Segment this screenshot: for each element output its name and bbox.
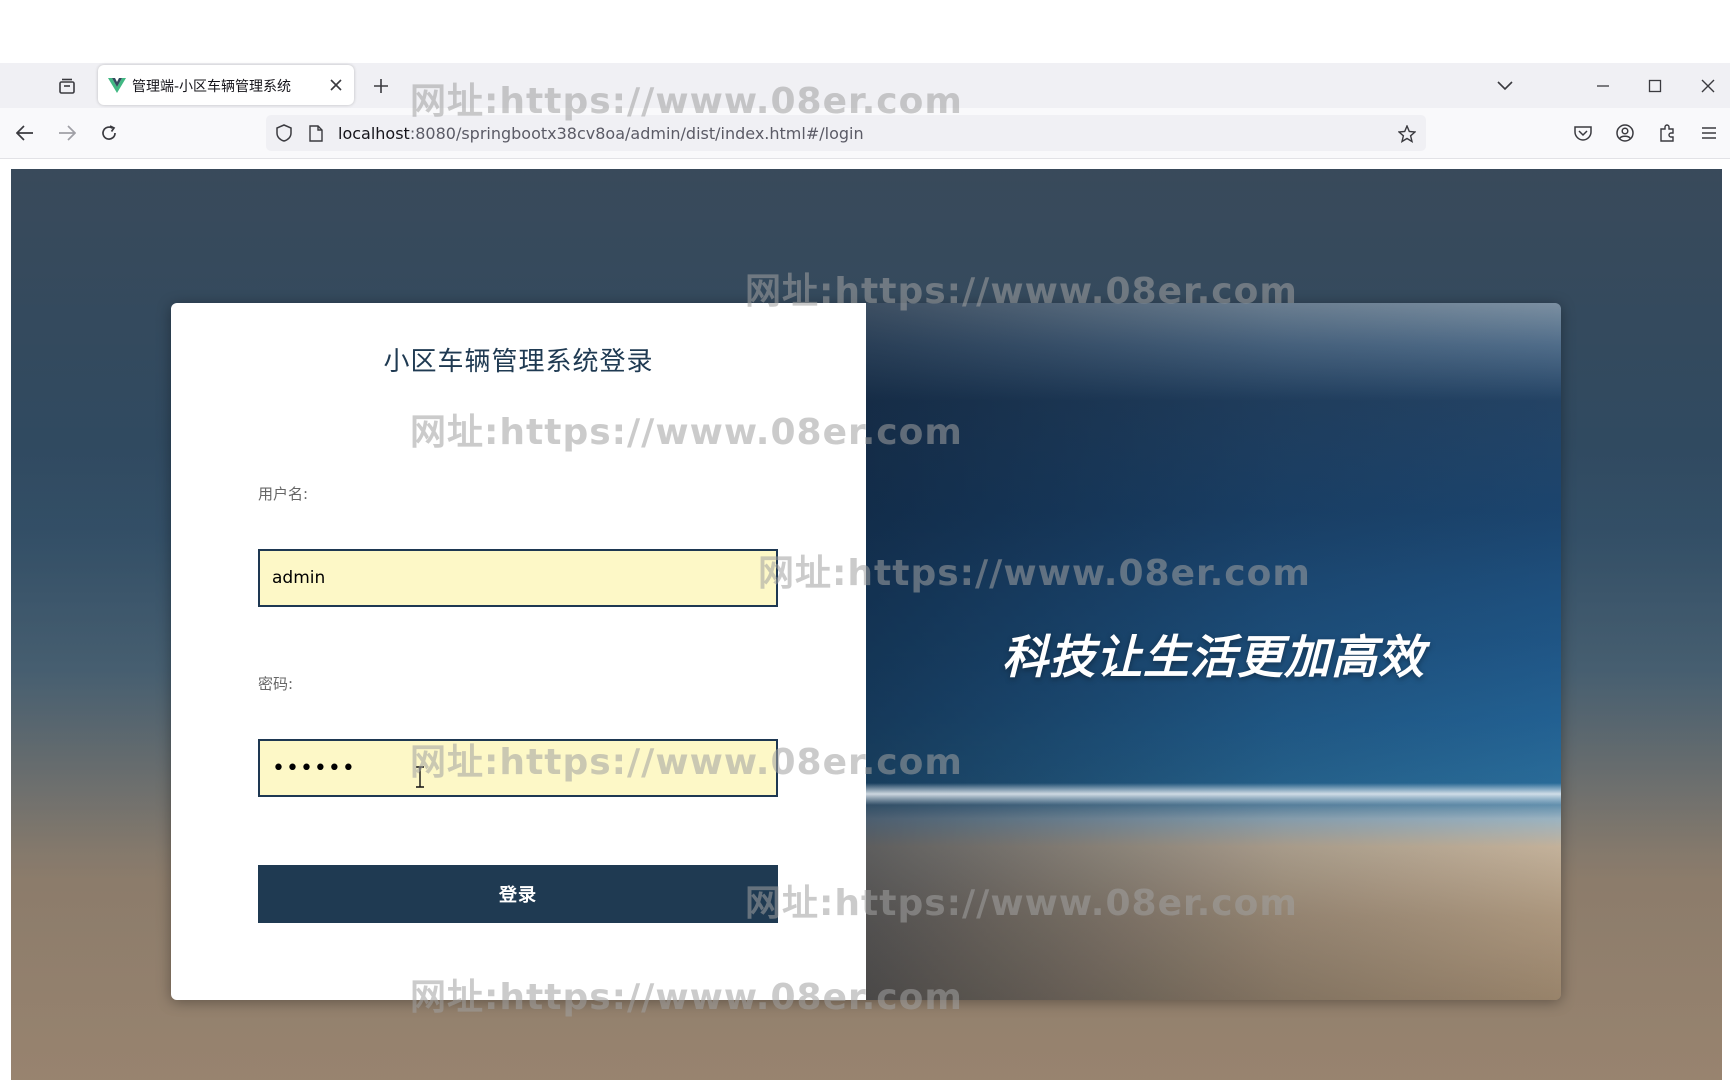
tab-bar: 管理端-小区车辆管理系统 — [0, 63, 1730, 108]
forward-arrow-icon[interactable] — [54, 120, 80, 146]
hamburger-menu-icon[interactable] — [1696, 120, 1722, 146]
minimize-icon[interactable] — [1590, 73, 1616, 99]
url-path: :8080/springbootx38cv8oa/admin/dist/inde… — [409, 124, 864, 143]
puzzle-icon[interactable] — [1654, 120, 1680, 146]
pocket-icon[interactable] — [1570, 120, 1596, 146]
text-cursor-icon — [414, 766, 426, 788]
window-close-icon[interactable] — [1695, 73, 1721, 99]
back-arrow-icon[interactable] — [12, 120, 38, 146]
tab-manager-icon[interactable] — [54, 73, 80, 99]
close-icon[interactable] — [326, 75, 346, 95]
shield-icon[interactable] — [274, 123, 294, 143]
username-label: 用户名: — [258, 485, 309, 503]
star-icon[interactable] — [1396, 123, 1418, 145]
login-form-panel: 小区车辆管理系统登录 用户名: 密码: 登录 — [171, 303, 866, 1000]
username-input[interactable] — [258, 549, 778, 607]
tab-title: 管理端-小区车辆管理系统 — [132, 79, 292, 95]
navigation-bar: localhost:8080/springbootx38cv8oa/admin/… — [0, 108, 1730, 159]
shore-wave — [866, 783, 1561, 805]
url-text[interactable]: localhost:8080/springbootx38cv8oa/admin/… — [338, 124, 864, 143]
url-bar[interactable]: localhost:8080/springbootx38cv8oa/admin/… — [266, 115, 1426, 151]
reload-icon[interactable] — [96, 120, 122, 146]
page-viewport: 小区车辆管理系统登录 用户名: 密码: 登录 科技让生活更加高效 — [11, 169, 1722, 1080]
account-icon[interactable] — [1612, 120, 1638, 146]
url-host: localhost — [338, 124, 410, 143]
login-button[interactable]: 登录 — [258, 865, 778, 923]
banner-slogan: 科技让生活更加高效 — [1002, 630, 1425, 684]
password-label: 密码: — [258, 675, 294, 693]
login-title: 小区车辆管理系统登录 — [383, 347, 654, 377]
banner-image-panel: 科技让生活更加高效 — [866, 303, 1561, 1000]
tab-active[interactable]: 管理端-小区车辆管理系统 — [98, 65, 354, 105]
page-icon — [306, 123, 326, 143]
login-card: 小区车辆管理系统登录 用户名: 密码: 登录 科技让生活更加高效 — [171, 303, 1561, 1000]
chevron-down-icon[interactable] — [1492, 73, 1518, 99]
password-input[interactable] — [258, 739, 778, 797]
plus-icon[interactable] — [368, 73, 394, 99]
vue-logo-icon — [108, 76, 126, 94]
maximize-icon[interactable] — [1642, 73, 1668, 99]
